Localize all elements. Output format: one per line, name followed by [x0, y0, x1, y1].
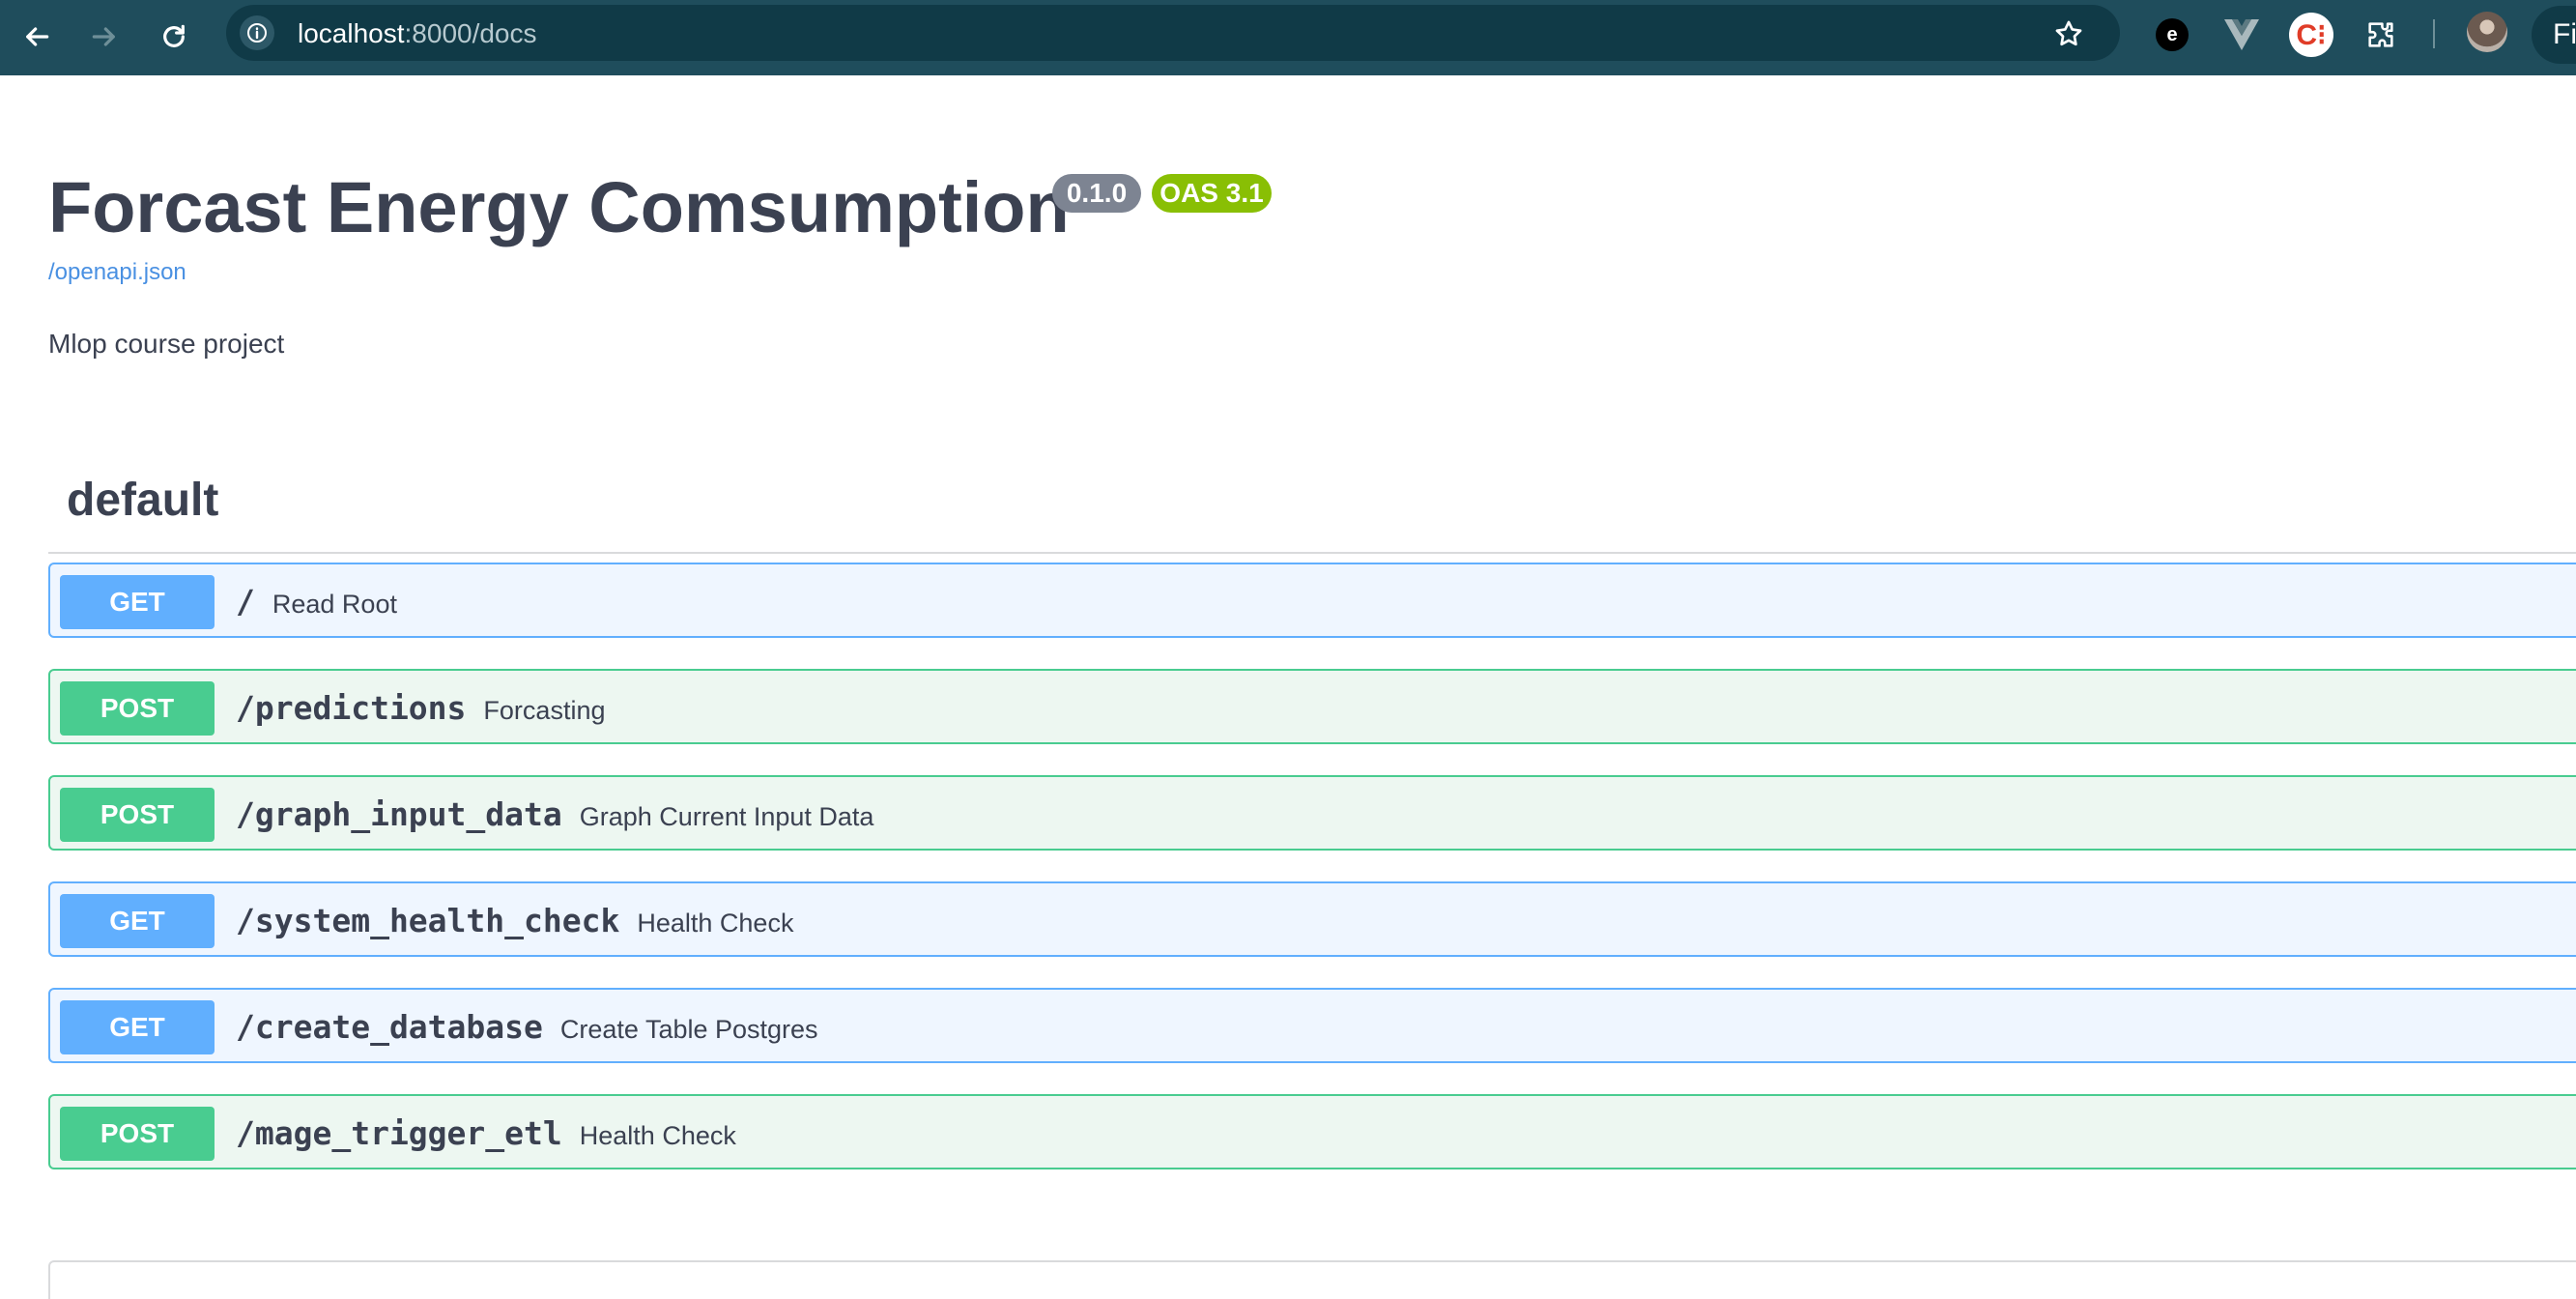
profile-avatar[interactable] [2467, 12, 2507, 52]
arrow-left-icon [26, 27, 49, 46]
operation-summary: Create Table Postgres [559, 1015, 818, 1044]
profile-button[interactable]: Fi [2532, 6, 2576, 64]
section-divider [48, 552, 2576, 554]
url-text[interactable]: localhost:8000/docs [298, 18, 537, 49]
site-info-icon[interactable] [240, 15, 274, 50]
extension-c-button[interactable]: C⁝ [2288, 12, 2334, 58]
profile-label: Fi [2553, 18, 2576, 50]
operation-path: /mage_trigger_etl Health Check [236, 1115, 736, 1154]
vue-logo-icon [2224, 19, 2259, 50]
operation-post-predictions[interactable]: POST /predictions Forcasting [48, 669, 2576, 744]
reload-icon [163, 24, 185, 47]
extension-e-icon: e [2156, 18, 2189, 51]
operation-path: / Read Root [236, 584, 397, 622]
method-badge: POST [60, 1107, 215, 1161]
extension-button[interactable]: e [2149, 12, 2195, 58]
swagger-page: Forcast Energy Comsumption 0.1.0 OAS 3.1… [0, 75, 2576, 1299]
extension-c-icon: C⁝ [2289, 13, 2333, 57]
method-badge: POST [60, 681, 215, 736]
path-text: /graph_input_data [236, 795, 562, 833]
api-description: Mlop course project [48, 329, 285, 359]
vue-devtools-button[interactable] [2218, 12, 2265, 58]
operation-summary: Health Check [579, 1121, 736, 1150]
method-badge: GET [60, 1000, 215, 1054]
operation-get-system-health-check[interactable]: GET /system_health_check Health Check [48, 881, 2576, 957]
url-path: :8000/docs [404, 18, 537, 48]
method-badge: GET [60, 894, 215, 948]
operation-get-root[interactable]: GET / Read Root [48, 563, 2576, 638]
operation-post-graph-input-data[interactable]: POST /graph_input_data Graph Current Inpu… [48, 775, 2576, 851]
browser-toolbar: localhost:8000/docs e C⁝ Fi [0, 0, 2576, 75]
tag-section-title[interactable]: default [67, 474, 218, 527]
oas-badge: OAS 3.1 [1152, 174, 1272, 213]
operation-summary: Graph Current Input Data [579, 802, 874, 831]
operation-path: /system_health_check Health Check [236, 903, 793, 941]
path-text: /predictions [236, 689, 467, 727]
path-text: /create_database [236, 1008, 543, 1046]
method-badge: POST [60, 788, 215, 842]
path-text: / [236, 583, 255, 621]
path-text: /system_health_check [236, 902, 620, 939]
path-text: /mage_trigger_etl [236, 1114, 562, 1152]
puzzle-icon [2368, 22, 2393, 47]
operation-path: /predictions Forcasting [236, 690, 605, 729]
toolbar-divider [2433, 19, 2435, 48]
forward-button[interactable] [81, 14, 128, 60]
reload-button[interactable] [151, 14, 197, 60]
schemas-section[interactable] [48, 1260, 2576, 1299]
openapi-spec-link[interactable]: /openapi.json [48, 259, 186, 286]
operation-summary: Read Root [272, 590, 397, 619]
operation-path: /create_database Create Table Postgres [236, 1009, 818, 1048]
bookmark-star-icon[interactable] [2052, 17, 2085, 50]
operation-path: /graph_input_data Graph Current Input Dat… [236, 796, 873, 835]
api-title: Forcast Energy Comsumption [48, 167, 1070, 247]
operation-summary: Forcasting [483, 696, 606, 725]
url-host: localhost [298, 18, 405, 48]
version-badge: 0.1.0 [1052, 174, 1141, 213]
extensions-button[interactable] [2358, 12, 2404, 58]
operation-summary: Health Check [637, 909, 794, 938]
operation-post-mage-trigger-etl[interactable]: POST /mage_trigger_etl Health Check [48, 1094, 2576, 1169]
arrow-right-icon [92, 27, 115, 46]
method-badge: GET [60, 575, 215, 629]
back-button[interactable] [14, 14, 60, 60]
operation-get-create-database[interactable]: GET /create_database Create Table Postgre… [48, 988, 2576, 1063]
address-bar[interactable]: localhost:8000/docs [226, 5, 2120, 61]
